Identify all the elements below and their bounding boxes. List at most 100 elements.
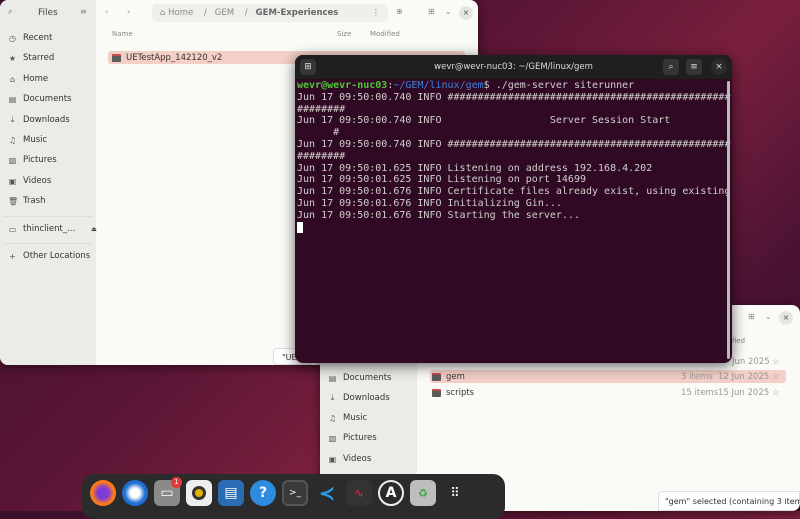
log-line: Jun 17 09:50:01.625 INFO Listening on po… [297,174,586,186]
terminal-window[interactable]: ⊞ wevr@wevr-nuc03: ~/GEM/linux/gem ⌕ ≡ ×… [295,55,732,363]
more-icon[interactable]: ⋮ [372,4,381,22]
grid-view-icon[interactable]: ⊞ [428,7,435,16]
star-icon[interactable]: ☆ [772,357,780,367]
show-apps-icon[interactable]: ⠿ [442,480,468,506]
close-button[interactable]: × [779,311,793,325]
log-line: Jun 17 09:50:00.740 INFO Server Session … [297,115,671,127]
home-icon: ⌂ [9,74,16,84]
new-tab-icon[interactable]: ⊞ [300,59,316,75]
cursor [297,221,303,233]
picture-icon: ▧ [328,433,337,443]
star-icon[interactable]: ☆ [772,372,780,382]
chevron-down-icon[interactable]: ⌄ [445,7,452,16]
breadcrumb-home[interactable]: Home [168,8,193,18]
back-button[interactable]: ‹ [105,7,108,16]
search-icon[interactable]: ⌕ [663,59,679,75]
files-icon[interactable]: ▭ 1 [154,477,182,506]
command: ./gem-server siterunner [495,80,635,91]
column-size[interactable]: Size [337,30,351,38]
terminal-icon[interactable]: >_ [282,480,308,506]
vscode-icon[interactable]: ≺ [314,480,340,506]
sidebar-item-recent[interactable]: ◷ Recent [8,33,52,43]
writer-icon[interactable]: ▤ [218,480,244,506]
log-line: ######## [297,103,346,115]
menu-icon[interactable]: ≡ [686,59,702,75]
rhythmbox-icon[interactable] [186,480,212,506]
eject-icon[interactable]: ⏏ [91,226,97,233]
clock-icon: ◷ [9,33,16,43]
sidebar-item-home[interactable]: ⌂ Home [8,74,48,84]
dock: ▭ 1 ▤ ? >_ ≺ ∿ A ♻ ⠿ [82,474,505,519]
search-icon[interactable]: ⌕ [8,7,12,17]
column-modified[interactable]: ified [730,337,745,345]
sidebar-item-videos[interactable]: ▣ Videos [8,176,52,186]
file-row-selected[interactable]: gem 3 items 12 Jun 2025 ☆ [430,370,786,383]
breadcrumb-gem[interactable]: GEM [215,8,234,18]
system-monitor-icon[interactable]: ∿ [346,480,372,506]
sidebar-item-videos[interactable]: ▣ Videos [328,454,372,464]
document-icon: ▤ [8,94,17,104]
star-icon: ★ [8,53,17,63]
sidebar-item-downloads[interactable]: ⤓ Downloads [328,393,390,403]
file-row[interactable]: scripts 15 items 15 Jun 2025 ☆ [430,386,786,399]
breadcrumb: ⌂ Home / GEM / GEM-Experiences ⋮ [152,4,388,22]
menu-icon[interactable]: ≡ [80,7,87,16]
sidebar-item-pictures[interactable]: ▧ Pictures [328,433,377,443]
sidebar-item-downloads[interactable]: ⤓ Downloads [8,115,70,125]
sidebar-item-documents[interactable]: ▤ Documents [8,94,72,104]
log-line: ######## [297,150,346,162]
notification-badge: 1 [171,477,182,488]
chevron-down-icon[interactable]: ⌄ [765,312,772,321]
column-modified[interactable]: Modified [370,30,400,38]
sidebar-item-pictures[interactable]: ▧ Pictures [8,155,57,165]
sidebar-item-other-locations[interactable]: + Other Locations [8,251,90,261]
log-line: Jun 17 09:50:01.676 INFO Starting the se… [297,209,580,221]
breadcrumb-current[interactable]: GEM-Experiences [256,8,339,18]
forward-button[interactable]: › [127,7,130,16]
home-icon: ⌂ [160,8,169,18]
log-line: Jun 17 09:50:01.676 INFO Certificate fil… [297,186,732,198]
close-button[interactable]: × [711,59,727,75]
sidebar-item-trash[interactable]: 🗑 Trash [8,196,45,206]
music-icon: ♫ [328,413,337,423]
log-line: Jun 17 09:50:01.625 INFO Listening on ad… [297,162,653,174]
download-icon: ⤓ [330,393,335,402]
sidebar-item-music[interactable]: ♫ Music [8,135,47,145]
divider [3,216,92,217]
log-line: # [297,127,340,139]
terminal-output: wevr@wevr-nuc03:~/GEM/linux/gem$ ./gem-s… [295,79,732,235]
new-folder-icon[interactable]: ⊕ [396,7,403,16]
plus-icon: + [9,251,16,261]
log-line: Jun 17 09:50:00.740 INFO ###############… [297,91,731,103]
video-icon: ▣ [328,454,337,464]
grid-view-icon[interactable]: ⊞ [748,312,755,321]
drive-icon: ▭ [8,224,17,234]
document-icon: ▤ [328,373,337,383]
column-name[interactable]: Name [112,30,133,38]
help-icon[interactable]: ? [250,480,276,506]
folder-icon [432,388,441,397]
sidebar: ⌕ Files ≡ ◷ Recent ★ Starred ⌂ Home ▤ Docume… [0,0,97,365]
terminal-title: wevr@wevr-nuc03: ~/GEM/linux/gem [434,62,593,72]
star-icon[interactable]: ☆ [772,388,780,398]
sidebar-item-device[interactable]: ▭ thinclient_... ⏏ [8,224,97,234]
sidebar-item-starred[interactable]: ★ Starred [8,53,54,63]
thunderbird-icon[interactable] [122,480,148,506]
terminal-scrollbar[interactable] [727,81,730,359]
folder-icon [432,372,441,381]
log-line: Jun 17 09:50:00.740 INFO ###############… [297,138,731,150]
video-icon: ▣ [8,176,17,186]
close-button[interactable]: × [459,6,473,20]
app-center-icon[interactable]: A [378,480,404,506]
app-title: Files [38,8,58,18]
picture-icon: ▧ [8,155,17,165]
log-line: Jun 17 09:50:01.676 INFO Initializing Gi… [297,197,562,209]
sidebar-item-documents[interactable]: ▤ Documents [328,373,392,383]
firefox-icon[interactable] [90,480,116,506]
status-bar: "gem" selected (containing 3 items) [658,491,800,511]
trash-icon: 🗑 [8,196,19,206]
sidebar-item-music[interactable]: ♫ Music [328,413,367,423]
terminal-titlebar[interactable]: ⊞ wevr@wevr-nuc03: ~/GEM/linux/gem ⌕ ≡ × [295,55,732,79]
music-icon: ♫ [8,135,17,145]
trash-icon[interactable]: ♻ [410,480,436,506]
